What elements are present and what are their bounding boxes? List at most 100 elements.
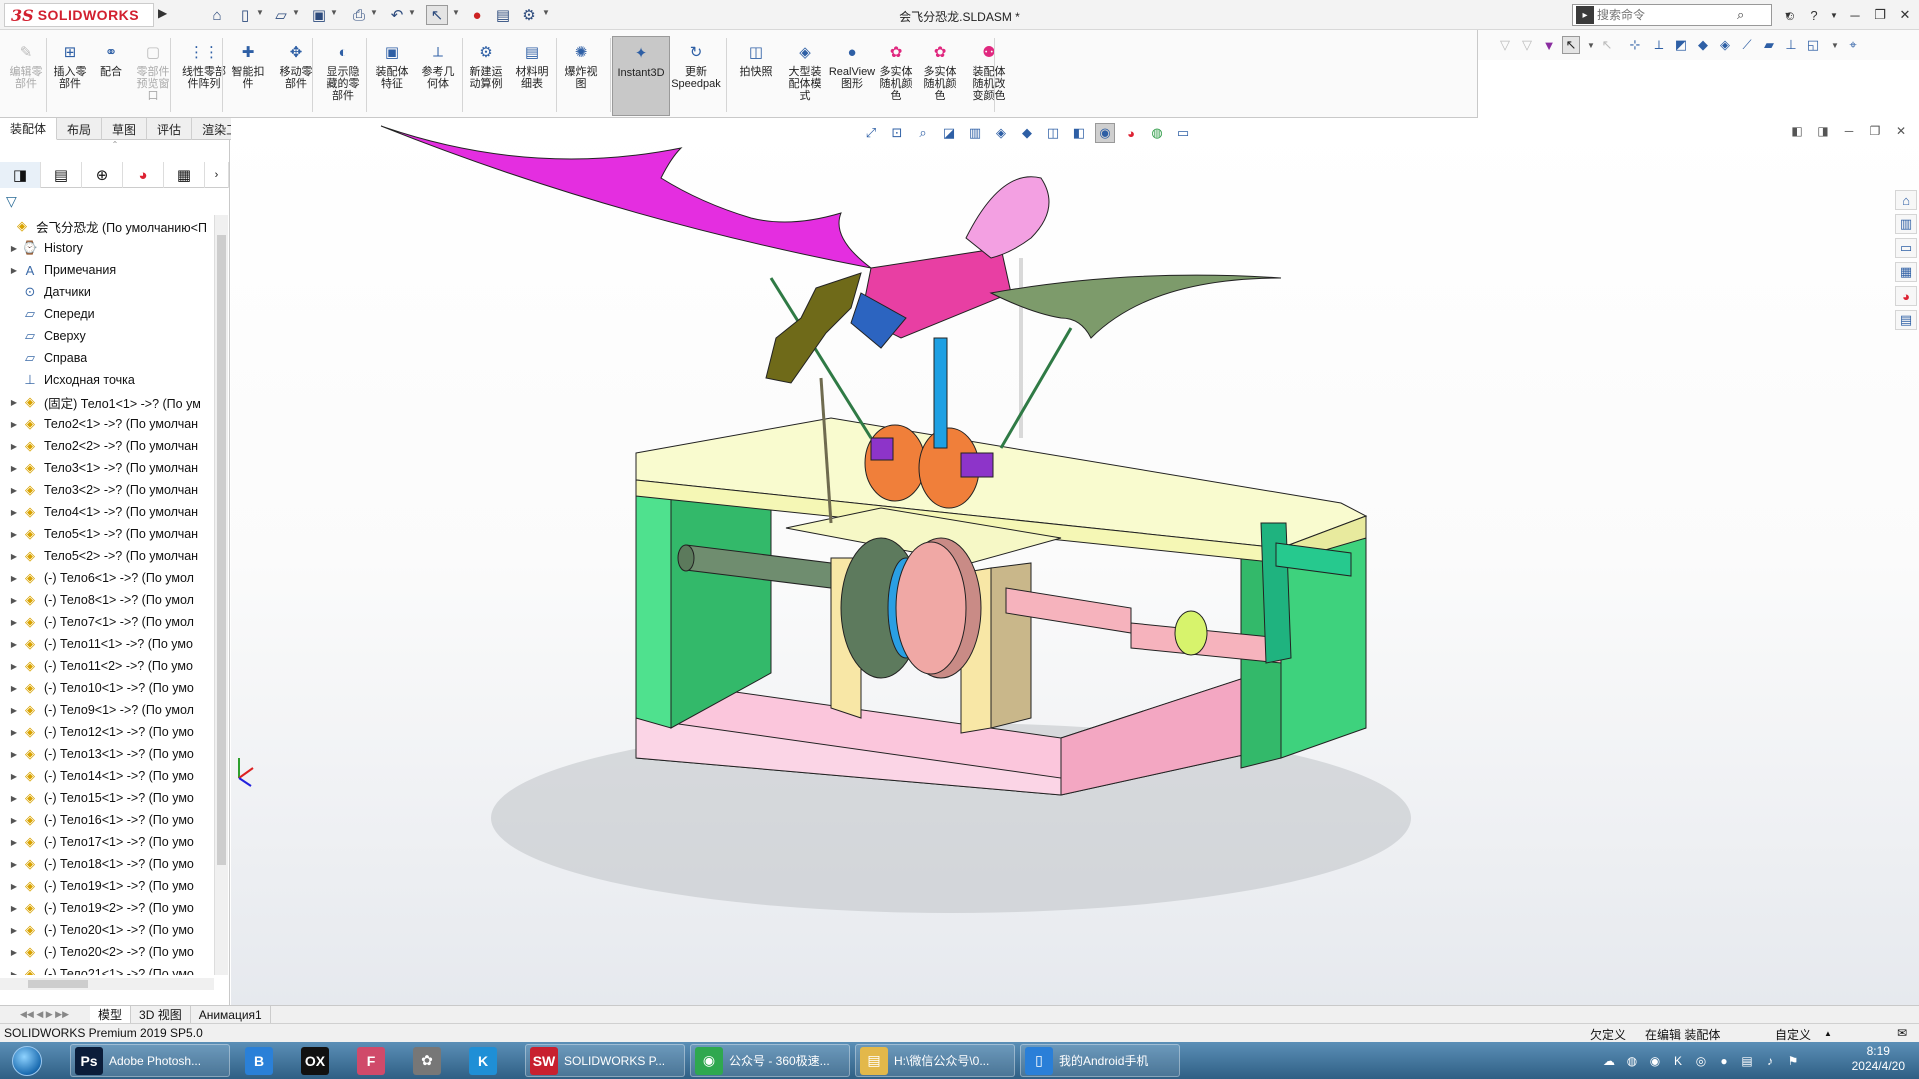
filter-toggle-icon[interactable]: ▽ [1518,36,1536,54]
tree-item[interactable]: ▶ ◈ (-) Тело16<1> ->? (По умо [0,809,214,831]
ribbon-button-11[interactable]: ▤ 材料明 细表 [512,42,552,118]
tree-expand-icon[interactable]: ▶ [8,640,20,649]
ribbon-button-5[interactable]: ✚ 智能扣 件 [228,42,268,118]
taskbar-item-6[interactable]: SW SOLIDWORKS P... [525,1044,685,1077]
edge-filter-icon[interactable]: ⟂ [1650,36,1668,54]
tree-item[interactable]: ▶ ◈ (-) Тело9<1> ->? (По умол [0,699,214,721]
tree-expand-icon[interactable]: ▶ [8,662,20,671]
bottom-tab-0[interactable]: 模型 [90,1005,132,1024]
tree-item[interactable]: ▶ ◈ (-) Тело10<1> ->? (По умо [0,677,214,699]
tree-expand-icon[interactable]: ▶ [8,816,20,825]
left-wall-front[interactable] [635,477,672,729]
taskbar-item-4[interactable]: ✿ [402,1044,454,1077]
tree-expand-icon[interactable]: ▶ [8,948,20,957]
right-pin-block[interactable] [960,452,994,478]
menu-expand-arrow-icon[interactable]: ▶ [158,6,170,24]
dimension-filter-icon[interactable]: ◱ [1804,36,1822,54]
tree-item[interactable]: ▶ ◈ Тело3<1> ->? (По умолчан [0,457,214,479]
tray-network-icon[interactable]: ▤ [1738,1052,1756,1070]
graphics-area[interactable]: ⤢ ⊡ ⌕ ◪ ▥ ◈ ◆ ◫ ◧ ◉ ◕ ◍ ▭ ◧ ◨ ─ ❐ ✕ ⌂ ▥ … [231,118,1919,1005]
open-icon[interactable]: ▱ [270,5,292,25]
ribbon-button-15[interactable]: ◫ 拍快照 [738,42,774,118]
tree-item[interactable]: ▱ Сверху [0,325,214,347]
tab-1[interactable]: 布局 [57,118,103,140]
filter-icon[interactable]: ▽ [1496,36,1514,54]
tree-item[interactable]: ⊙ Датчики [0,281,214,303]
tree-item[interactable]: ▶ ◈ (-) Тело19<2> ->? (По умо [0,897,214,919]
tree-item[interactable]: ▶ ◈ Тело5<1> ->? (По умолчан [0,523,214,545]
ribbon-button-20[interactable]: ⚉ 装配体 随机改 变颜色 [966,42,1012,118]
ribbon-button-9[interactable]: ⟂ 参考几 何体 [418,42,458,118]
search-commands-icon[interactable]: ▸ [1576,6,1594,24]
taskbar-item-7[interactable]: ◉ 公众号 - 360极速... [690,1044,850,1077]
dinosaur-head[interactable] [765,272,862,384]
ribbon-button-17[interactable]: ● RealView 图形 [829,42,875,118]
tree-expand-icon[interactable]: ▶ [8,574,20,583]
tab-3[interactable]: 评估 [147,118,193,140]
solidworks-logo[interactable]: 3S SOLIDWORKS [4,3,154,27]
tree-item[interactable]: ▶ ◈ (-) Тело13<1> ->? (По умо [0,743,214,765]
tree-hscroll-thumb[interactable] [28,980,88,988]
tray-green-icon[interactable]: ● [1715,1052,1733,1070]
tree-item[interactable]: ▶ ⌚ History [0,237,214,259]
tree-expand-icon[interactable]: ▶ [8,970,20,976]
tree-item[interactable]: ▱ Спереди [0,303,214,325]
assembly-model-3d[interactable] [231,118,1919,1005]
tray-qq-icon[interactable]: ◉ [1646,1052,1664,1070]
panel-grip-handle[interactable]: ⌃ [0,140,230,150]
print-dropdown-icon[interactable]: ▼ [370,8,380,17]
undo-icon[interactable]: ↶ [386,5,408,25]
appearance-tab-icon[interactable]: ◕ [123,162,164,188]
tree-horizontal-scrollbar[interactable] [0,978,214,990]
tray-onedrive-icon[interactable]: ☁ [1600,1052,1618,1070]
status-units[interactable]: 自定义 [1775,1026,1811,1043]
tray-app-icon[interactable]: ◎ [1692,1052,1710,1070]
tree-filter-icon[interactable]: ▽ [6,193,17,210]
tree-scroll-thumb[interactable] [217,235,226,865]
tree-expand-icon[interactable]: ▶ [8,266,20,275]
bottom-tab-2[interactable]: Анимация1 [191,1005,271,1024]
tree-expand-icon[interactable]: ▶ [8,882,20,891]
tab-0[interactable]: 装配体 [0,118,58,140]
tree-item[interactable]: ▶ ◈ Тело4<1> ->? (По умолчан [0,501,214,523]
ribbon-button-2[interactable]: ⚭ 配合 [96,42,126,118]
right-wing[interactable] [989,274,1282,339]
tree-item[interactable]: ▶ ◈ (-) Тело20<2> ->? (По умо [0,941,214,963]
tree-expand-icon[interactable]: ▶ [8,442,20,451]
tree-item[interactable]: ◈ 会飞分恐龙 (По умолчанию<П [0,215,214,237]
tree-item[interactable]: ▶ ◈ (-) Тело18<1> ->? (По умо [0,853,214,875]
search-icon[interactable]: ⌕ [1737,7,1744,23]
tree-expand-icon[interactable]: ▶ [8,486,20,495]
tree-expand-icon[interactable]: ▶ [8,728,20,737]
undo-dropdown-icon[interactable]: ▼ [408,8,418,17]
save-icon[interactable]: ▣ [308,5,330,25]
taskbar-item-5[interactable]: K [458,1044,510,1077]
tree-item[interactable]: ▶ ◈ (-) Тело14<1> ->? (По умо [0,765,214,787]
tree-expand-icon[interactable]: ▶ [8,794,20,803]
bottom-tab-1[interactable]: 3D 视图 [131,1005,191,1024]
configuration-manager-tab-icon[interactable]: ⊕ [82,162,123,188]
ribbon-button-8[interactable]: ▣ 装配体 特征 [372,42,412,118]
close-icon[interactable]: ✕ [1893,4,1917,26]
ribbon-button-19[interactable]: ✿ 多实体 随机颜 色 [920,42,960,118]
status-chat-icon[interactable]: ✉ [1897,1026,1907,1040]
tree-expand-icon[interactable]: ▶ [8,530,20,539]
bushing[interactable] [1174,610,1208,656]
user-icon[interactable]: ☺ [1778,4,1802,26]
tree-item[interactable]: ▶ ◈ Тело5<2> ->? (По умолчан [0,545,214,567]
tree-expand-icon[interactable]: ▶ [8,684,20,693]
tree-item[interactable]: ▶ ◈ (-) Тело20<1> ->? (По умо [0,919,214,941]
tree-expand-icon[interactable]: ▶ [8,750,20,759]
tree-expand-icon[interactable]: ▶ [8,618,20,627]
tree-item[interactable]: ▱ Справа [0,347,214,369]
tray-flag-icon[interactable]: ⚑ [1784,1052,1802,1070]
solid-filter-icon[interactable]: ◈ [1716,36,1734,54]
tree-expand-icon[interactable]: ▶ [8,244,20,253]
display-manager-tab-icon[interactable]: ▦ [164,162,205,188]
tree-item[interactable]: ▶ ◈ (-) Тело19<1> ->? (По умо [0,875,214,897]
start-button[interactable] [4,1043,50,1078]
new-document-icon[interactable]: ▯ [234,5,256,25]
new-dropdown-icon[interactable]: ▼ [256,8,266,17]
property-manager-tab-icon[interactable]: ▤ [41,162,82,188]
open-dropdown-icon[interactable]: ▼ [292,8,302,17]
